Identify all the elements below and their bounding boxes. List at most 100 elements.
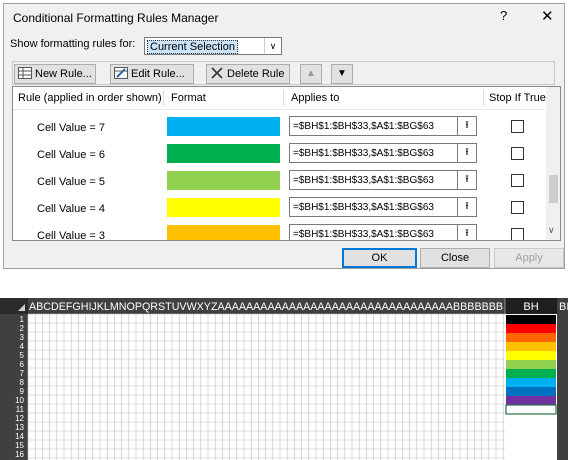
help-button[interactable]: ? <box>500 8 507 23</box>
collapse-dialog-icon[interactable]: ⭱ <box>457 117 476 135</box>
row-number: 8 <box>20 378 25 387</box>
row-number: 3 <box>20 333 25 342</box>
stop-if-true-checkbox[interactable] <box>511 228 524 240</box>
spreadsheet-grid[interactable]: ABCDEFGHIJKLMNOPQRSTUVWXYZAAAAAAAAAAAAAA… <box>0 298 568 460</box>
rules-list: Rule (applied in order shown) Format App… <box>12 86 561 241</box>
rule-condition: Cell Value = 4 <box>37 203 105 215</box>
stop-column-header: Stop If True <box>489 92 546 104</box>
edit-rule-label: Edit Rule... <box>131 68 185 80</box>
scope-value: Current Selection <box>147 40 238 54</box>
rules-scope-select[interactable]: Current Selection ∨ <box>144 37 282 55</box>
rule-row[interactable]: Cell Value = 7 =$BH$1:$BH$33,$A$1:$BG$63… <box>13 114 545 141</box>
bh-colored-cell <box>506 369 556 378</box>
row-number: 4 <box>20 342 25 351</box>
rules-scrollbar[interactable]: ∨ <box>546 87 560 240</box>
dark-margin <box>557 314 568 460</box>
format-preview <box>167 225 280 240</box>
delete-rule-button[interactable]: Delete Rule <box>206 64 290 84</box>
format-preview <box>167 117 280 136</box>
collapse-dialog-icon[interactable]: ⭱ <box>457 225 476 240</box>
rule-condition: Cell Value = 3 <box>37 230 105 241</box>
close-icon[interactable]: ✕ <box>541 7 554 25</box>
grid-area <box>28 314 505 460</box>
rule-row[interactable]: Cell Value = 3 =$BH$1:$BH$33,$A$1:$BG$63… <box>13 222 545 241</box>
applies-to-value: =$BH$1:$BH$33,$A$1:$BG$63 <box>293 148 434 159</box>
bh-colored-cell <box>506 378 556 387</box>
rule-row[interactable]: Cell Value = 6 =$BH$1:$BH$33,$A$1:$BG$63… <box>13 141 545 168</box>
stop-if-true-checkbox[interactable] <box>511 201 524 214</box>
applies-to-field[interactable]: =$BH$1:$BH$33,$A$1:$BG$63 ⭱ <box>289 197 477 217</box>
delete-rule-label: Delete Rule <box>227 68 285 80</box>
selected-column-label: BH <box>523 301 538 313</box>
row-number: 1 <box>20 315 25 324</box>
bh-colored-cell <box>506 333 556 342</box>
row-number: 7 <box>20 369 25 378</box>
delete-x-icon <box>210 67 224 79</box>
applies-to-field[interactable]: =$BH$1:$BH$33,$A$1:$BG$63 ⭱ <box>289 224 477 240</box>
bh-colored-cell <box>506 387 556 396</box>
applies-to-value: =$BH$1:$BH$33,$A$1:$BG$63 <box>293 229 434 240</box>
chevron-down-icon[interactable]: ∨ <box>548 225 555 236</box>
row-number: 12 <box>15 414 24 423</box>
row-number: 15 <box>15 441 24 450</box>
column-headers: ABCDEFGHIJKLMNOPQRSTUVWXYZAAAAAAAAAAAAAA… <box>29 301 503 313</box>
new-rule-label: New Rule... <box>35 68 92 80</box>
new-rule-button[interactable]: New Rule... <box>14 64 96 84</box>
edit-rule-icon <box>114 67 128 79</box>
bh-colored-cell <box>506 315 556 324</box>
apply-button[interactable]: Apply <box>494 248 564 268</box>
row-number: 10 <box>15 396 24 405</box>
rule-column-header: Rule (applied in order shown) <box>18 92 162 104</box>
row-number: 13 <box>15 423 24 432</box>
dialog-title: Conditional Formatting Rules Manager <box>13 11 219 25</box>
move-down-button[interactable]: ▼ <box>331 64 353 84</box>
spreadsheet[interactable]: ABCDEFGHIJKLMNOPQRSTUVWXYZAAAAAAAAAAAAAA… <box>0 298 568 460</box>
show-rules-label: Show formatting rules for: <box>10 38 136 50</box>
applies-to-field[interactable]: =$BH$1:$BH$33,$A$1:$BG$63 ⭱ <box>289 143 477 163</box>
conditional-formatting-dialog: Conditional Formatting Rules Manager ? ✕… <box>3 3 565 269</box>
rule-row[interactable]: Cell Value = 4 =$BH$1:$BH$33,$A$1:$BG$63… <box>13 195 545 222</box>
format-preview <box>167 198 280 217</box>
collapse-dialog-icon[interactable]: ⭱ <box>457 171 476 189</box>
format-preview <box>167 171 280 190</box>
row-number: 2 <box>20 324 25 333</box>
rule-row[interactable]: Cell Value = 5 =$BH$1:$BH$33,$A$1:$BG$63… <box>13 168 545 195</box>
close-button[interactable]: Close <box>420 248 490 268</box>
next-column-label: BI <box>559 301 568 313</box>
row-number: 11 <box>16 405 25 414</box>
applies-to-value: =$BH$1:$BH$33,$A$1:$BG$63 <box>293 121 434 132</box>
bh-colored-cell <box>506 396 556 405</box>
stop-if-true-checkbox[interactable] <box>511 174 524 187</box>
ok-button[interactable]: OK <box>342 248 417 268</box>
stop-if-true-checkbox[interactable] <box>511 120 524 133</box>
edit-rule-button[interactable]: Edit Rule... <box>110 64 194 84</box>
bh-colored-cell <box>506 360 556 369</box>
bh-colored-cell <box>506 324 556 333</box>
collapse-dialog-icon[interactable]: ⭱ <box>457 144 476 162</box>
scrollbar-thumb[interactable] <box>549 175 558 203</box>
row-number: 14 <box>15 432 24 441</box>
bh-colored-cell <box>506 342 556 351</box>
format-preview <box>167 144 280 163</box>
row-number: 6 <box>20 360 25 369</box>
active-cell <box>505 404 557 415</box>
rule-condition: Cell Value = 6 <box>37 149 105 161</box>
triangle-down-icon: ▼ <box>337 68 347 79</box>
stop-if-true-checkbox[interactable] <box>511 147 524 160</box>
collapse-dialog-icon[interactable]: ⭱ <box>457 198 476 216</box>
format-column-header: Format <box>171 92 206 104</box>
rule-condition: Cell Value = 5 <box>37 176 105 188</box>
move-up-button[interactable]: ▲ <box>300 64 322 84</box>
applies-to-field[interactable]: =$BH$1:$BH$33,$A$1:$BG$63 ⭱ <box>289 116 477 136</box>
new-rule-icon <box>18 67 32 79</box>
row-number: 16 <box>15 450 24 459</box>
rule-condition: Cell Value = 7 <box>37 122 105 134</box>
bh-colored-cell <box>506 351 556 360</box>
chevron-down-icon[interactable]: ∨ <box>264 38 281 54</box>
row-number: 9 <box>20 387 25 396</box>
applies-to-field[interactable]: =$BH$1:$BH$33,$A$1:$BG$63 ⭱ <box>289 170 477 190</box>
applies-to-value: =$BH$1:$BH$33,$A$1:$BG$63 <box>293 202 434 213</box>
applies-column-header: Applies to <box>291 92 340 104</box>
triangle-up-icon: ▲ <box>306 68 316 79</box>
row-number: 5 <box>20 351 25 360</box>
